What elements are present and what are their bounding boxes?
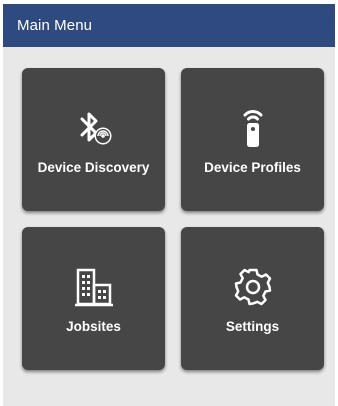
buildings-icon xyxy=(74,268,113,307)
device-profiles-button[interactable]: Device Profiles xyxy=(181,68,324,211)
main-menu-screen: Main Menu Device Discovery Device Profil… xyxy=(0,0,338,406)
bluetooth-search-icon xyxy=(80,112,111,145)
app-header: Main Menu xyxy=(3,4,335,47)
remote-wireless-icon xyxy=(243,110,262,147)
tile-label: Device Profiles xyxy=(204,160,301,175)
settings-button[interactable]: Settings xyxy=(181,227,324,370)
gear-icon xyxy=(234,268,271,306)
tile-label: Device Discovery xyxy=(37,160,150,175)
menu-grid: Device Discovery Device Profiles Jobsite… xyxy=(3,47,335,406)
jobsites-button[interactable]: Jobsites xyxy=(22,227,165,370)
tile-label: Jobsites xyxy=(66,319,121,334)
device-discovery-button[interactable]: Device Discovery xyxy=(22,68,165,211)
tile-label: Settings xyxy=(225,319,280,334)
page-title: Main Menu xyxy=(17,17,93,34)
